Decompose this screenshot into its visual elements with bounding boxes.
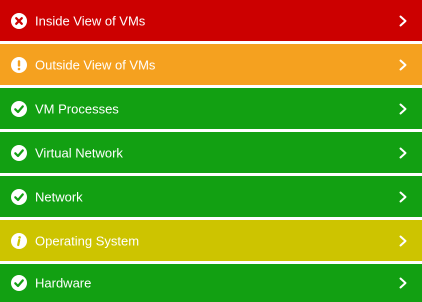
chevron-right-icon	[398, 191, 408, 203]
chevron-right-icon	[398, 59, 408, 71]
status-row-label: VM Processes	[35, 101, 119, 116]
status-row-vm-processes[interactable]: VM Processes	[0, 88, 422, 129]
check-circle-icon	[11, 275, 27, 291]
status-row-label: Operating System	[35, 233, 140, 248]
status-row-network[interactable]: Network	[0, 176, 422, 217]
chevron-right-icon	[398, 277, 408, 289]
chevron-right-icon	[398, 147, 408, 159]
chevron-right-icon	[398, 103, 408, 115]
status-row-operating-system[interactable]: Operating System	[0, 220, 422, 261]
status-row-label: Virtual Network	[35, 145, 123, 160]
status-row-label: Outside View of VMs	[35, 57, 156, 72]
check-circle-icon	[11, 144, 27, 161]
status-row-outside-view[interactable]: Outside View of VMs	[0, 44, 422, 85]
check-circle-icon	[11, 100, 27, 117]
info-circle-icon	[11, 232, 27, 249]
status-row-virtual-network[interactable]: Virtual Network	[0, 132, 422, 173]
exclamation-circle-icon	[11, 56, 27, 73]
status-row-label: Inside View of VMs	[35, 13, 146, 28]
status-row-inside-view[interactable]: Inside View of VMs	[0, 0, 422, 41]
chevron-right-icon	[398, 15, 408, 27]
status-list: Inside View of VMs Outside View of VMs V…	[0, 0, 422, 302]
status-row-label: Hardware	[35, 275, 92, 291]
check-circle-icon	[11, 188, 27, 205]
chevron-right-icon	[398, 235, 408, 247]
status-row-hardware[interactable]: Hardware	[0, 264, 422, 302]
status-row-label: Network	[35, 189, 83, 204]
x-circle-icon	[11, 12, 27, 29]
